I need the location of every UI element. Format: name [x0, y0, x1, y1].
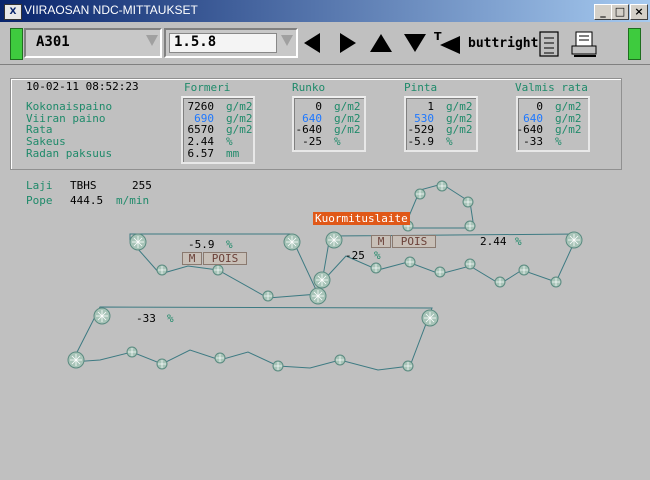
pinta-value: -5.9 [407, 135, 435, 148]
upper-left-value: -5.9 [188, 238, 215, 251]
toolbar-icons: T [304, 30, 460, 54]
pinta-unit: % [446, 135, 453, 148]
roll-icon [156, 264, 168, 276]
svg-text:T: T [434, 30, 442, 43]
chevron-down-icon[interactable] [146, 35, 158, 46]
pois-button[interactable]: POIS [203, 252, 247, 265]
arrow-down-icon[interactable] [404, 34, 426, 52]
m-button[interactable]: M [371, 235, 391, 248]
roll-icon [494, 276, 506, 288]
upper-right-value: 2.44 [480, 235, 507, 248]
column-header-runko: Runko [292, 81, 326, 94]
roll-icon [212, 264, 224, 276]
arrow-up-icon[interactable] [370, 34, 392, 52]
timestamp: 10-02-11 08:52:23 [26, 80, 139, 93]
formeri-unit: mm [226, 147, 240, 160]
roll-icon [283, 233, 301, 251]
lower-unit: % [167, 312, 174, 325]
roll-icon [325, 231, 343, 249]
roll-icon [464, 258, 476, 270]
roll-icon [436, 180, 448, 192]
arrow-left-icon[interactable] [304, 33, 320, 53]
status-indicator-right [628, 28, 641, 60]
roll-icon [550, 276, 562, 288]
felt-loop-lower [71, 306, 433, 371]
upper-left-unit: % [226, 238, 233, 251]
roll-icon [565, 231, 583, 249]
m-button[interactable]: M [182, 252, 202, 265]
row-label-radan-paksuus: Radan paksuus [26, 147, 113, 160]
column-header-formeri: Formeri [184, 81, 231, 94]
text-left-icon[interactable]: T [434, 30, 460, 54]
printer-icon[interactable] [571, 31, 597, 57]
combo-box-version[interactable]: 1.5.8 [164, 28, 298, 58]
document-icon[interactable] [539, 31, 559, 57]
upper-right-unit: % [515, 235, 522, 248]
app-icon: X [4, 4, 22, 20]
kuormituslaite-label[interactable]: Kuormituslaite [313, 212, 410, 225]
toolbar-right-icons [539, 31, 597, 57]
pois-button[interactable]: POIS [392, 235, 436, 248]
roll-icon [464, 220, 476, 232]
buttright-label[interactable]: buttright [468, 36, 538, 51]
roll-icon [129, 233, 147, 251]
status-indicator-left [10, 28, 23, 60]
close-button[interactable]: × [630, 4, 648, 20]
title-bar: X VIIRAOSAN NDC-MITTAUKSET _ □ × [0, 0, 650, 22]
arrow-right-icon[interactable] [340, 33, 356, 53]
combo-value: A301 [36, 34, 70, 50]
roll-icon [262, 290, 274, 302]
roll-icon [402, 360, 414, 372]
roll-icon [93, 307, 111, 325]
column-header-valmis-rata: Valmis rata [515, 81, 588, 94]
combo-box-a301[interactable]: A301 [24, 28, 162, 58]
valmis-rata-unit: % [555, 135, 562, 148]
formeri-value: 6.57 [187, 147, 215, 160]
middle-unit: % [374, 249, 381, 262]
roll-icon [214, 352, 226, 364]
lower-value: -33 [136, 312, 156, 325]
roll-icon [414, 188, 426, 200]
roll-icon [334, 354, 346, 366]
roll-icon [313, 271, 331, 289]
roll-icon [272, 360, 284, 372]
maximize-button[interactable]: □ [611, 4, 629, 20]
roll-icon [421, 309, 439, 327]
minimize-button[interactable]: _ [594, 4, 612, 20]
window-title: VIIRAOSAN NDC-MITTAUKSET [24, 3, 198, 17]
roll-icon [309, 287, 327, 305]
middle-value: -25 [345, 249, 365, 262]
combo-value: 1.5.8 [174, 34, 217, 50]
roll-icon [370, 262, 382, 274]
runko-unit: % [334, 135, 341, 148]
roll-icon [156, 358, 168, 370]
runko-value: -25 [302, 135, 322, 148]
chevron-down-icon[interactable] [281, 35, 293, 46]
roll-icon [67, 351, 85, 369]
roll-icon [462, 196, 474, 208]
roll-icon [126, 346, 138, 358]
roll-icon [518, 264, 530, 276]
column-header-pinta: Pinta [404, 81, 438, 94]
valmis-rata-value: -33 [523, 135, 543, 148]
roll-icon [404, 256, 416, 268]
roll-icon [434, 266, 446, 278]
felt-diagram [67, 180, 583, 372]
